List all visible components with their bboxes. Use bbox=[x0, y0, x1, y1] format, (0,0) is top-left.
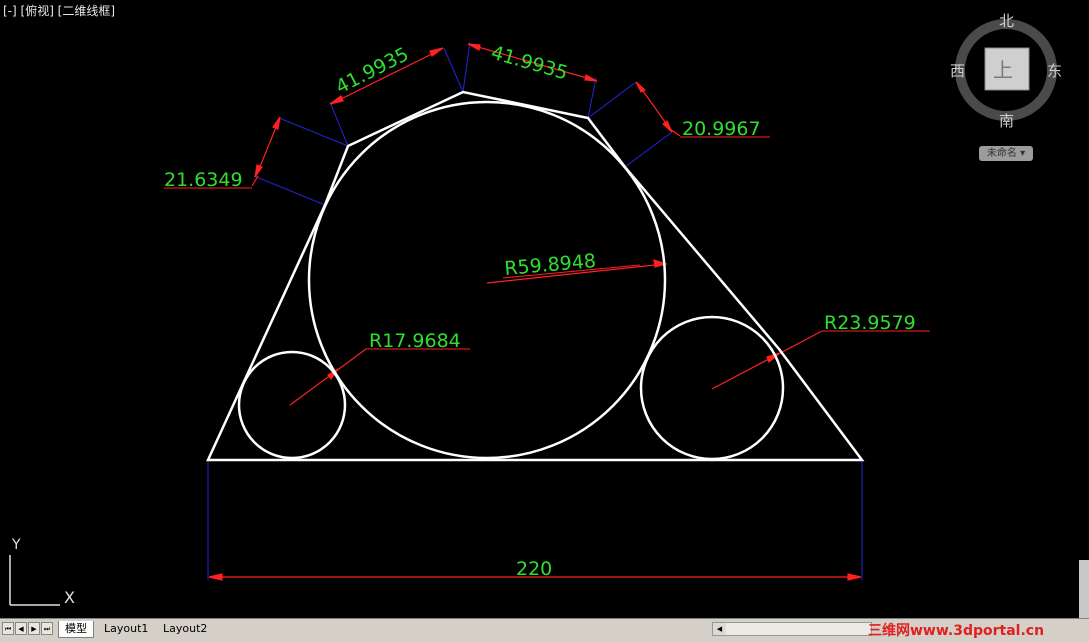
tab-model[interactable]: 模型 bbox=[58, 621, 94, 638]
compass-east[interactable]: 东 bbox=[1047, 62, 1062, 80]
last-tab-button[interactable]: ⏭ bbox=[41, 622, 53, 635]
prev-tab-button[interactable]: ◀ bbox=[15, 622, 27, 635]
compass-west[interactable]: 西 bbox=[950, 62, 965, 80]
dimension-lines bbox=[208, 43, 862, 581]
watermark: 三维网www.3dportal.cn bbox=[868, 623, 1045, 639]
first-tab-button[interactable]: ⏮ bbox=[2, 622, 14, 635]
viewcube-face-label[interactable]: 上 bbox=[993, 58, 1013, 82]
horizontal-scrollbar[interactable]: ◀ bbox=[712, 622, 872, 636]
vertical-scrollbar[interactable] bbox=[1079, 560, 1089, 618]
named-view-dropdown[interactable]: 未命名 ▾ bbox=[979, 146, 1033, 161]
dim-text-small-right-radius: R23.9579 bbox=[824, 312, 916, 334]
extension-lines bbox=[207, 41, 863, 580]
small-right-circle bbox=[639, 315, 785, 461]
dim-text-right-slant: 20.9967 bbox=[682, 118, 761, 140]
compass-south[interactable]: 南 bbox=[999, 112, 1014, 130]
dim-text-base-width: 220 bbox=[516, 558, 552, 580]
next-tab-button[interactable]: ▶ bbox=[28, 622, 40, 635]
ucs-x-label: X bbox=[64, 588, 75, 607]
tab-layout1[interactable]: Layout1 bbox=[98, 621, 154, 637]
small-left-circle bbox=[237, 350, 347, 460]
ucs-y-label: Y bbox=[12, 537, 21, 553]
drawing-canvas[interactable]: 41.9935 41.9935 20.9967 21.6349 R59.8948… bbox=[0, 0, 1089, 618]
dim-text-top-right: 41.9935 bbox=[489, 42, 571, 85]
scroll-left-arrow[interactable]: ◀ bbox=[713, 623, 726, 635]
tab-layout2[interactable]: Layout2 bbox=[157, 621, 213, 637]
large-circle bbox=[307, 100, 667, 460]
named-view-label: 未命名 bbox=[986, 148, 1017, 159]
dim-text-big-radius: R59.8948 bbox=[504, 250, 597, 280]
leader-underlines bbox=[164, 136, 930, 350]
dim-text-small-left-radius: R17.9684 bbox=[369, 330, 461, 352]
dim-text-top-left: 41.9935 bbox=[332, 43, 412, 98]
compass-north[interactable]: 北 bbox=[999, 12, 1014, 30]
viewcube[interactable]: 北 南 东 西 上 bbox=[950, 12, 1062, 130]
dim-text-left-slant: 21.6349 bbox=[164, 169, 243, 191]
